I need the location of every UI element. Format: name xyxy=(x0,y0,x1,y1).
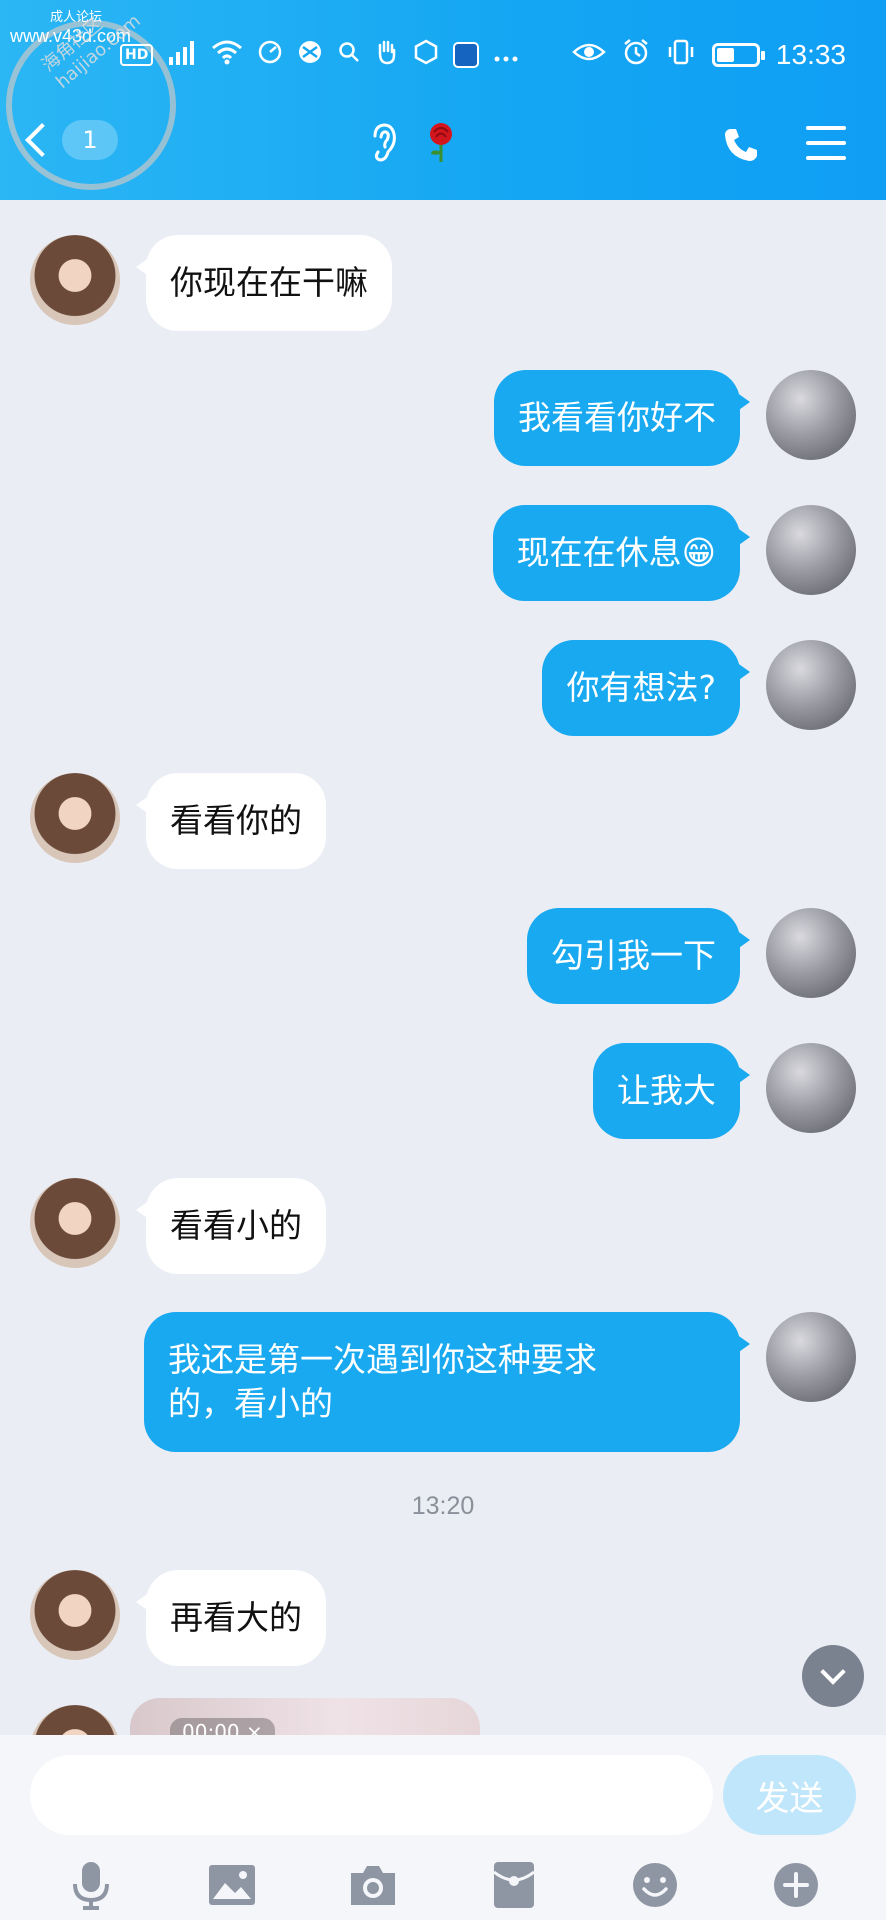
message-bubble-in[interactable]: 看看小的 xyxy=(136,1178,326,1274)
contact-avatar[interactable] xyxy=(30,1178,120,1268)
hd-badge: HD xyxy=(120,44,154,66)
menu-line xyxy=(806,126,846,130)
message-timestamp: 13:20 xyxy=(411,1492,475,1520)
hand-icon xyxy=(375,39,399,72)
plus-icon xyxy=(773,1863,818,1907)
message-list[interactable]: 你现在在干嘛 我看看你好不 现在在休息😁 你有想法? 看看你的 勾引我一下 让我… xyxy=(0,200,886,1735)
message-bubble-in[interactable]: 看看你的 xyxy=(136,773,326,869)
status-left: HD xyxy=(120,30,519,80)
scroll-to-bottom-button[interactable] xyxy=(802,1645,864,1707)
more-notifications-icon xyxy=(493,40,519,70)
ear-icon xyxy=(370,122,400,171)
message-bubble-out[interactable]: 勾引我一下 xyxy=(527,908,750,1004)
composer: 发送 xyxy=(0,1735,886,1920)
speed-icon xyxy=(257,39,283,72)
battery-fill xyxy=(716,48,734,62)
message-bubble-out[interactable]: 你有想法? xyxy=(542,640,750,736)
my-avatar[interactable] xyxy=(766,640,856,730)
call-button[interactable] xyxy=(716,120,766,170)
contact-avatar[interactable] xyxy=(30,1705,120,1735)
rose-icon xyxy=(424,120,458,173)
message-bubble-in[interactable]: 再看大的 xyxy=(136,1570,326,1666)
contact-avatar[interactable] xyxy=(30,1570,120,1660)
contact-avatar[interactable] xyxy=(30,235,120,325)
voice-button[interactable] xyxy=(61,1855,121,1915)
eye-icon xyxy=(572,40,606,71)
my-avatar[interactable] xyxy=(766,1043,856,1133)
status-bar: HD 13:33 xyxy=(0,30,886,80)
phone-icon xyxy=(725,129,757,161)
camera-button[interactable] xyxy=(343,1855,403,1915)
emoji-button[interactable] xyxy=(625,1855,685,1915)
back-button[interactable]: 1 xyxy=(25,120,118,160)
media-message-preview[interactable]: 00:00 ⨯ xyxy=(130,1698,480,1735)
message-bubble-in[interactable]: 你现在在干嘛 xyxy=(136,235,392,331)
wifi-icon xyxy=(211,39,243,72)
chat-header: 成人论坛 www.v43d.com 海角社区 haijiao.com HD 13… xyxy=(0,0,886,200)
unread-badge: 1 xyxy=(62,120,118,160)
more-button[interactable] xyxy=(766,1855,826,1915)
battery-icon xyxy=(711,43,765,67)
menu-line xyxy=(806,141,846,145)
image-button[interactable] xyxy=(202,1855,262,1915)
send-button[interactable]: 发送 xyxy=(723,1755,856,1835)
clock: 13:33 xyxy=(775,39,846,70)
menu-line xyxy=(806,156,846,160)
browser-icon xyxy=(297,39,323,72)
my-avatar[interactable] xyxy=(766,370,856,460)
red-packet-button[interactable] xyxy=(484,1855,544,1915)
signal-icon xyxy=(167,39,197,72)
nav-bar: 1 xyxy=(0,110,886,190)
message-bubble-out[interactable]: 让我大 xyxy=(593,1043,750,1139)
my-avatar[interactable] xyxy=(766,1312,856,1402)
message-bubble-out[interactable]: 现在在休息😁 xyxy=(492,505,751,601)
emoji-icon xyxy=(632,1863,677,1907)
message-bubble-out[interactable]: 我还是第一次遇到你这种要求 的，看小的 xyxy=(144,1312,750,1452)
status-right: 13:33 xyxy=(572,30,846,80)
alarm-icon xyxy=(622,38,650,73)
contact-avatar[interactable] xyxy=(30,773,120,863)
my-avatar[interactable] xyxy=(766,908,856,998)
composer-toolbar xyxy=(0,1850,886,1920)
vibrate-icon xyxy=(666,39,696,72)
media-duration-label: 00:00 ⨯ xyxy=(170,1718,275,1735)
red-packet-icon xyxy=(492,1862,535,1908)
app-notification-icon xyxy=(453,42,480,68)
message-bubble-out[interactable]: 我看看你好不 xyxy=(494,370,750,466)
camera-icon xyxy=(350,1866,395,1905)
menu-button[interactable] xyxy=(806,126,846,160)
search-icon xyxy=(337,40,361,71)
microphone-icon xyxy=(72,1862,109,1910)
back-chevron-icon xyxy=(25,123,59,157)
chevron-down-icon xyxy=(820,1659,846,1685)
nav-title xyxy=(370,120,458,173)
image-icon xyxy=(208,1865,255,1905)
hexagon-icon xyxy=(413,39,439,72)
my-avatar[interactable] xyxy=(766,505,856,595)
message-input[interactable] xyxy=(30,1755,713,1835)
